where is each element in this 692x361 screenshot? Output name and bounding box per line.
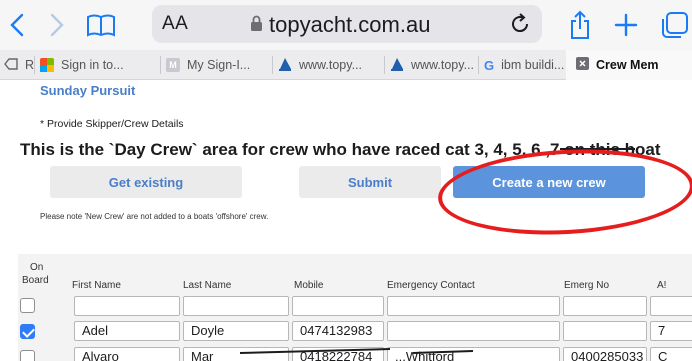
tab-divider: [384, 56, 385, 74]
tab-crew-members[interactable]: Crew Mem: [566, 50, 692, 80]
first-name-input[interactable]: [74, 296, 180, 316]
browser-toolbar: AA topyacht.com.au: [0, 0, 692, 50]
tab-label: My Sign-I...: [187, 58, 251, 72]
header-on: On: [30, 262, 44, 273]
header-next-column: A!: [657, 280, 667, 291]
share-icon[interactable]: [566, 8, 594, 42]
provide-details-label: * Provide Skipper/Crew Details: [40, 118, 184, 130]
next-column-input[interactable]: [650, 296, 692, 316]
header-emerg-no: Emerg No: [564, 280, 610, 291]
on-board-checkbox[interactable]: [20, 298, 35, 313]
tabs-icon[interactable]: [656, 8, 692, 42]
header-mobile: Mobile: [294, 280, 324, 291]
tab-my-sign-in[interactable]: M My Sign-I...: [166, 50, 272, 80]
get-existing-button[interactable]: Get existing: [50, 166, 242, 198]
emergency-contact-input[interactable]: [387, 296, 560, 316]
crew-table: On Board First Name Last Name Mobile Eme…: [18, 254, 692, 361]
tab-ibm-building[interactable]: G ibm buildi...: [484, 50, 566, 80]
back-icon[interactable]: [6, 8, 28, 42]
header-board: Board: [22, 275, 49, 286]
tab-label: ibm buildi...: [501, 58, 565, 72]
url-text: topyacht.com.au: [269, 12, 431, 37]
url-display[interactable]: topyacht.com.au: [250, 12, 430, 38]
tab-label: R: [25, 58, 34, 72]
close-tab-icon[interactable]: [576, 57, 589, 73]
last-name-input[interactable]: Doyle: [183, 321, 289, 341]
tab-divider: [272, 56, 273, 74]
mobile-input[interactable]: 0474132983: [292, 321, 384, 341]
lock-icon: [250, 12, 263, 38]
tab-label: www.topy...: [299, 58, 362, 72]
next-column-input[interactable]: 7: [650, 321, 692, 341]
first-name-input[interactable]: Adel: [74, 321, 180, 341]
on-board-checkbox[interactable]: [20, 350, 35, 361]
tab-label: Sign in to...: [61, 58, 124, 72]
sail-icon: [390, 57, 404, 74]
first-name-input[interactable]: Alvaro: [74, 347, 180, 361]
tab-divider: [478, 56, 479, 74]
tab-label: Crew Mem: [596, 58, 659, 72]
tab-topyacht-1[interactable]: www.topy...: [278, 50, 384, 80]
sail-icon: [278, 57, 292, 74]
tab-bar: R Sign in to... M My Sign-I... www.topy.…: [0, 50, 692, 80]
bookmarks-icon[interactable]: [84, 8, 118, 42]
last-name-input[interactable]: [183, 296, 289, 316]
m-icon: M: [166, 58, 180, 72]
last-name-input[interactable]: Mar: [183, 347, 289, 361]
tab-topyacht-2[interactable]: www.topy...: [390, 50, 478, 80]
mobile-input[interactable]: [292, 296, 384, 316]
tab-label: www.topy...: [411, 58, 474, 72]
next-column-input[interactable]: C: [650, 347, 692, 361]
emerg-no-input[interactable]: [563, 321, 647, 341]
offshore-crew-note: Please note 'New Crew' are not added to …: [40, 212, 269, 221]
tab-sign-in[interactable]: Sign in to...: [40, 50, 160, 80]
boat-name[interactable]: Sunday Pursuit: [40, 83, 135, 98]
reload-icon[interactable]: [508, 11, 532, 37]
submit-button[interactable]: Submit: [299, 166, 441, 198]
new-tab-icon[interactable]: [612, 8, 640, 42]
address-bar[interactable]: AA topyacht.com.au: [152, 5, 542, 43]
tab-partial[interactable]: R: [0, 50, 34, 80]
emerg-no-input[interactable]: [563, 296, 647, 316]
header-emergency-contact: Emergency Contact: [387, 280, 475, 291]
header-first-name: First Name: [72, 280, 121, 291]
google-icon: G: [484, 57, 495, 73]
tab-divider: [160, 56, 161, 74]
emergency-contact-input[interactable]: [387, 321, 560, 341]
partial-tab-icon: [4, 57, 18, 73]
forward-icon[interactable]: [46, 8, 68, 42]
emerg-no-input[interactable]: 0400285033: [563, 347, 647, 361]
tab-divider: [34, 56, 35, 74]
text-size-button[interactable]: AA: [162, 13, 188, 35]
microsoft-icon: [40, 58, 54, 72]
on-board-checkbox[interactable]: [20, 324, 35, 339]
header-last-name: Last Name: [183, 280, 232, 291]
